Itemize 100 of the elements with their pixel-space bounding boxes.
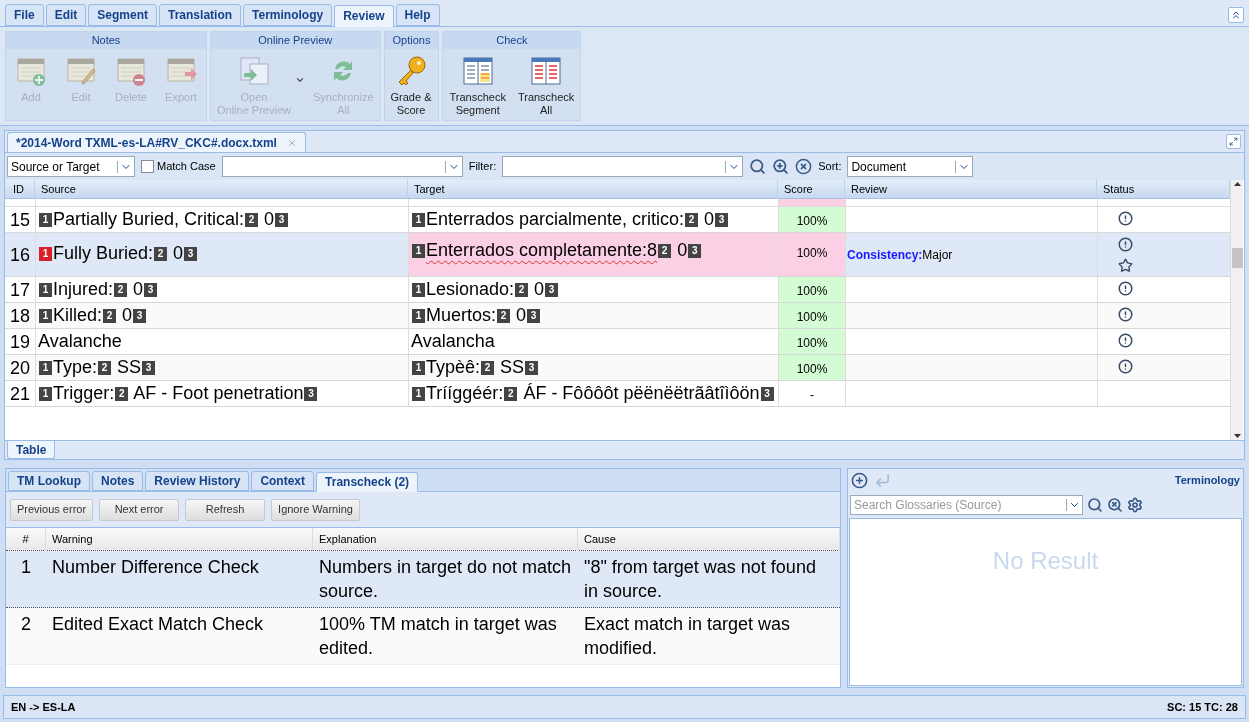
segment-row[interactable]: 21 1 Trigger: 2 AF - Foot penetration 3 1 Trííggéér: 2 ÁF - Fôôôôt pëënëëtrãâtîìôön 3 - xyxy=(5,381,1230,407)
filter-label: Filter: xyxy=(468,159,497,175)
tag-marker: 3 xyxy=(760,387,774,401)
scroll-up-icon[interactable] xyxy=(1233,182,1241,186)
tag-marker: 3 xyxy=(275,213,289,227)
tag-marker: 3 xyxy=(133,309,147,323)
column-header[interactable]: ID xyxy=(5,180,35,199)
search-field[interactable] xyxy=(221,156,463,177)
menu-tab[interactable]: Segment xyxy=(88,4,158,26)
column-header[interactable]: Target xyxy=(408,180,778,199)
warning-number: 1 xyxy=(20,556,32,579)
ribbon-button[interactable]: Transcheck Segment xyxy=(443,49,512,120)
table-icon xyxy=(461,55,494,87)
document-tab[interactable]: *2014-Word TXML-es-LA#RV_CKC#.docx.txml xyxy=(7,132,306,152)
sort-dropdown[interactable]: Document xyxy=(847,156,974,177)
add-icon[interactable] xyxy=(851,472,868,489)
menu-tab[interactable]: File xyxy=(5,4,44,26)
tag-marker: 2 xyxy=(115,387,129,401)
score-cell: 100% xyxy=(778,277,845,302)
filter-field[interactable] xyxy=(502,156,744,177)
menu-tab[interactable]: Review xyxy=(334,5,394,27)
tag-marker: 1 xyxy=(39,283,52,297)
menu-tab[interactable]: Edit xyxy=(45,4,87,26)
toolbar-button[interactable]: Previous error xyxy=(10,498,94,521)
column-header[interactable]: Review xyxy=(845,180,1097,199)
menu-tab[interactable]: Terminology xyxy=(243,4,333,26)
menu-tab[interactable]: Help xyxy=(395,4,440,26)
segment-counts: SC: 15 TC: 28 xyxy=(1167,699,1238,715)
segment-id: 21 xyxy=(9,383,32,406)
segment-row[interactable]: 15 1 Partially Buried, Critical: 2 0 3 1 Enterrados parcialmente, critico: 2 0 3 100% xyxy=(5,207,1230,233)
tag-marker: 2 xyxy=(504,387,518,401)
search-icon[interactable] xyxy=(1087,496,1103,513)
tag-marker: 2 xyxy=(103,309,117,323)
segment-text: 1 Injured: 2 0 3 xyxy=(38,278,159,301)
scope-dropdown[interactable]: Source or Target xyxy=(7,156,135,177)
ribbon-button[interactable]: Grade & Score xyxy=(384,49,438,120)
panel-tab[interactable]: Review History xyxy=(145,471,250,491)
clear-icon[interactable] xyxy=(795,158,813,175)
dropdown-caret-icon xyxy=(295,75,305,85)
warning-row[interactable]: 1 Number Difference Check Numbers in target do not match source. "8" from target was not found in source. xyxy=(6,551,840,608)
segment-id: 18 xyxy=(9,305,32,328)
search-icon[interactable] xyxy=(749,158,767,175)
segment-row[interactable]: 20 1 Type: 2 SS 3 1 Typèê: 2 SS 3 100% xyxy=(5,355,1230,381)
warning-name: Number Difference Check xyxy=(51,556,260,579)
settings-icon[interactable] xyxy=(1127,496,1143,513)
marked-table-icon xyxy=(530,55,563,87)
warning-icon xyxy=(1117,281,1133,296)
toolbar-button[interactable]: Next error xyxy=(99,498,180,521)
tag-marker: 1 xyxy=(412,244,425,258)
segment-text: 1 Muertos: 2 0 3 xyxy=(411,304,542,327)
segment-id: 19 xyxy=(9,331,32,354)
panel-tab[interactable]: Notes xyxy=(92,471,144,491)
tag-marker: 2 xyxy=(245,213,259,227)
score-cell: 100% xyxy=(778,233,845,276)
tag-marker: 1 xyxy=(39,387,52,401)
panel-tab[interactable]: Transcheck (2) xyxy=(316,472,419,492)
tag-marker: 1 xyxy=(412,213,425,227)
toolbar-button[interactable]: Ignore Warning xyxy=(271,498,360,521)
tag-marker: 1 xyxy=(39,213,52,227)
star-icon xyxy=(1117,258,1133,273)
menu-tab[interactable]: Translation xyxy=(159,4,242,26)
warning-icon xyxy=(1117,211,1133,226)
segment-row[interactable]: 17 1 Injured: 2 0 3 1 Lesionado: 2 0 3 100% xyxy=(5,277,1230,303)
score-cell: 100% xyxy=(778,303,845,328)
tag-marker: 3 xyxy=(304,387,318,401)
column-header[interactable]: Source xyxy=(35,180,408,199)
warning-name: Edited Exact Match Check xyxy=(51,613,265,636)
group-title: Options xyxy=(384,32,439,49)
tag-marker: 3 xyxy=(545,283,559,297)
glossary-search-field[interactable]: Search Glossaries (Source) xyxy=(850,494,1083,515)
segment-id: 15 xyxy=(9,209,32,232)
zoom-plus-icon[interactable] xyxy=(772,158,790,175)
segment-id: 16 xyxy=(9,244,32,267)
segment-id: 20 xyxy=(9,357,32,380)
scroll-thumb[interactable] xyxy=(1231,248,1243,268)
warning-explanation: Numbers in target do not match source. xyxy=(318,556,573,603)
match-case-checkbox[interactable] xyxy=(141,160,154,173)
scroll-down-icon[interactable] xyxy=(1233,434,1241,438)
collapse-button[interactable] xyxy=(1228,7,1244,23)
segment-text: Avalancha xyxy=(411,330,495,353)
panel-tab[interactable]: Context xyxy=(251,471,315,491)
panel-tab[interactable]: TM Lookup xyxy=(8,471,90,491)
tag-marker: 2 xyxy=(98,361,112,375)
segment-text: 1 Fully Buried: 2 0 3 xyxy=(38,242,199,265)
ribbon-button[interactable]: Transcheck All xyxy=(511,49,581,120)
toolbar-button[interactable]: Refresh xyxy=(185,498,266,521)
segment-row[interactable]: 16 1 Fully Buried: 2 0 3 1 Enterrados completamente:8 2 0 3 100% Consistency:Major xyxy=(5,233,1230,277)
review-note: Consistency:Major xyxy=(847,246,953,264)
clear-search-icon[interactable] xyxy=(1107,496,1123,513)
warning-icon xyxy=(1117,237,1133,252)
group-title: Check xyxy=(443,32,581,49)
scrollbar[interactable] xyxy=(1230,180,1243,440)
warning-row[interactable]: 2 Edited Exact Match Check 100% TM match in target was edited. Exact match in target was modified. xyxy=(6,608,840,665)
tag-marker: 1 xyxy=(39,309,52,323)
maximize-button[interactable] xyxy=(1226,134,1241,149)
panel-title: Terminology xyxy=(1174,473,1240,489)
segment-row[interactable]: 18 1 Killed: 2 0 3 1 Muertos: 2 0 3 100% xyxy=(5,303,1230,329)
view-tab[interactable]: Table xyxy=(7,441,56,459)
segment-row[interactable]: 19 Avalanche Avalancha 100% xyxy=(5,329,1230,355)
note-delete-icon xyxy=(115,55,147,87)
